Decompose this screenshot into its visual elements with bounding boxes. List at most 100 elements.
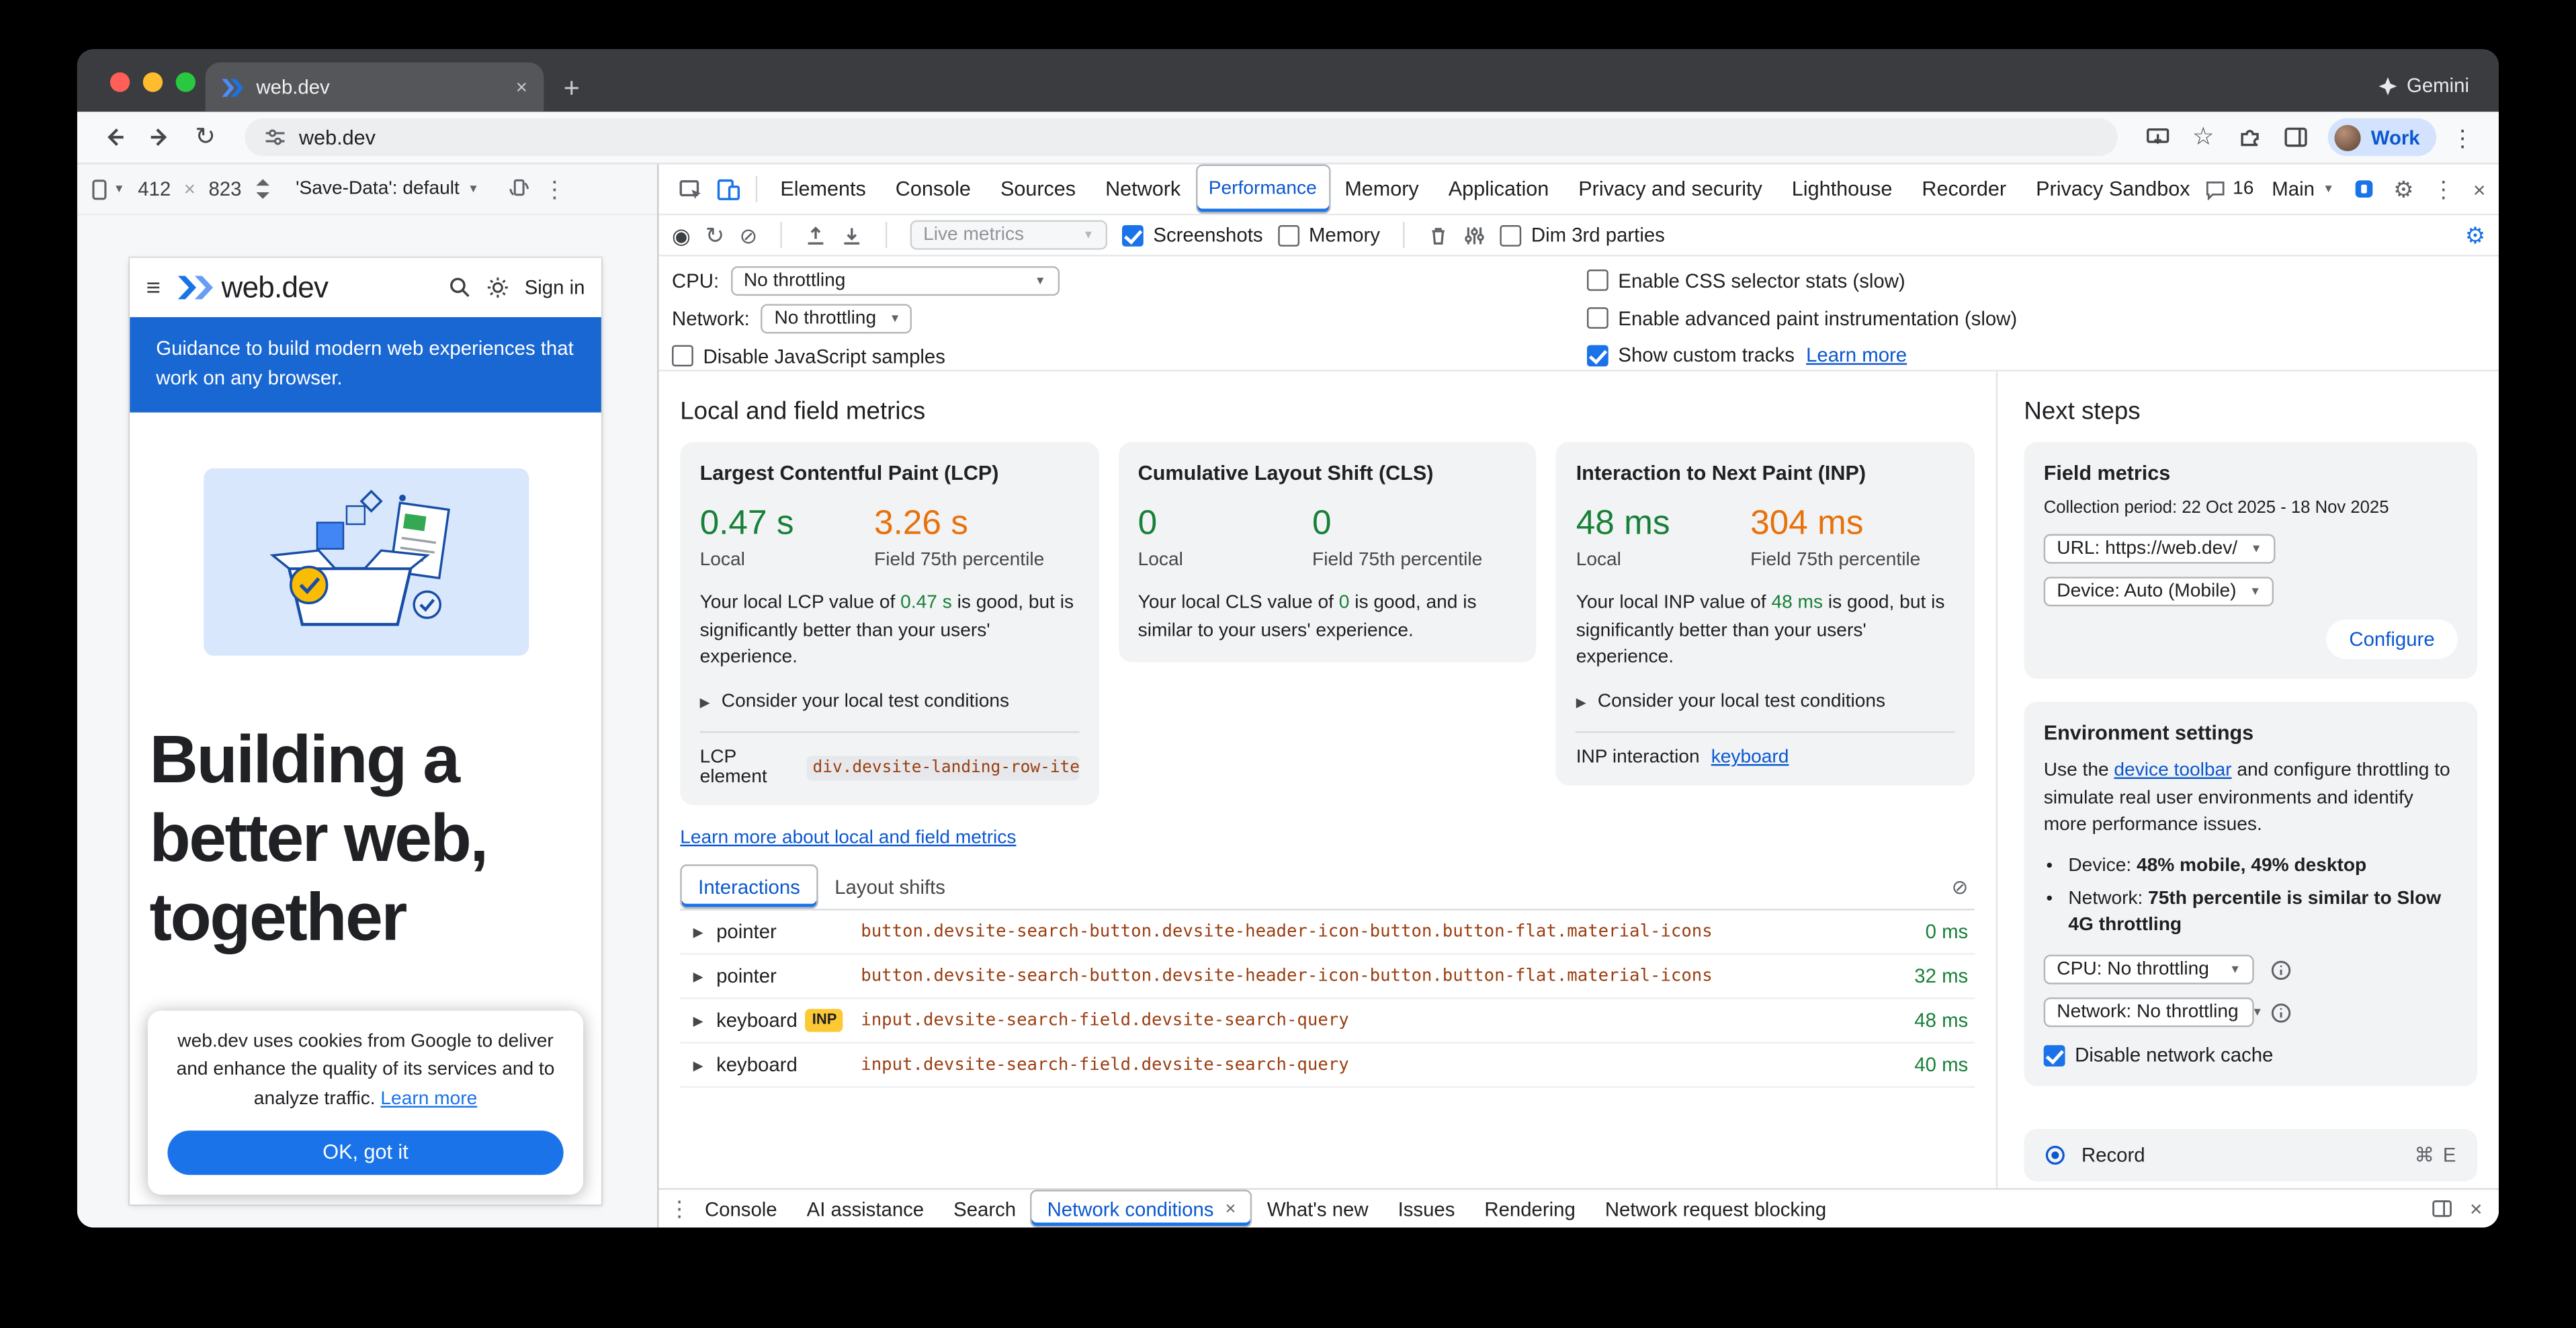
drawer-tab-console[interactable]: Console [690,1190,792,1227]
browser-menu-icon[interactable]: ⋮ [2443,118,2483,157]
zoom-control-icon[interactable] [255,179,271,199]
lcp-test-conditions-expander[interactable]: ▶Consider your local test conditions [700,692,1079,711]
capture-settings-icon[interactable] [1464,224,1486,246]
drawer-tab-ai-assistance[interactable]: AI assistance [792,1190,939,1227]
css-selector-stats-checkbox[interactable]: Enable CSS selector stats (slow) [1587,269,1905,292]
tab-layout-shifts[interactable]: Layout shifts [818,864,962,909]
record-reload-icon[interactable]: ↻ [705,224,725,247]
cookie-ok-button[interactable]: OK, got it [167,1130,563,1175]
network-throttling-select[interactable]: No throttling▼ [761,304,912,333]
tab-privacy-security[interactable]: Privacy and security [1563,165,1777,214]
checkbox[interactable] [1587,270,1608,292]
lcp-element-chip[interactable]: div.devsite-landing-row-item-d… [806,755,1079,780]
rotate-icon[interactable] [507,177,530,200]
reload-icon[interactable]: ↻ [185,118,225,157]
tab-recorder[interactable]: Recorder [1907,165,2021,214]
drawer-tab-whats-new[interactable]: What's new [1252,1190,1383,1227]
js-context-select[interactable]: Main▼ [2272,177,2334,200]
viewport-width[interactable]: 412 [138,177,171,200]
bookmark-star-icon[interactable]: ☆ [2184,118,2223,157]
paint-instrumentation-checkbox[interactable]: Enable advanced paint instrumentation (s… [1587,306,2017,329]
cpu-info-icon[interactable] [2270,959,2292,981]
profile-button[interactable]: Work [2328,118,2436,156]
interaction-row[interactable]: ▶ pointer button.devsite-search-button.d… [680,911,1975,955]
tab-network[interactable]: Network [1090,165,1195,214]
row-expander-icon[interactable]: ▶ [680,1013,716,1028]
perf-settings-gear-icon[interactable]: ⚙ [2465,224,2486,247]
save-profile-icon[interactable] [841,224,863,246]
interaction-row[interactable]: ▶ keyboard input.devsite-search-field.de… [680,1044,1975,1088]
env-cpu-select[interactable]: CPU: No throttling▼ [2044,955,2254,985]
network-info-icon[interactable] [2270,1002,2292,1024]
row-expander-icon[interactable]: ▶ [680,1057,716,1072]
interaction-row[interactable]: ▶ pointer button.devsite-search-button.d… [680,955,1975,999]
site-logo[interactable]: web.dev [175,270,328,304]
row-expander-icon[interactable]: ▶ [680,968,716,983]
hamburger-menu-icon[interactable]: ≡ [146,276,161,300]
device-indicator-icon[interactable] [2352,177,2375,200]
collect-garbage-icon[interactable] [1428,224,1449,246]
devtools-menu-icon[interactable]: ⋮ [2432,177,2455,200]
disable-network-cache-checkbox[interactable]: Disable network cache [2044,1044,2458,1067]
dim-3rd-parties-checkbox[interactable]: Dim 3rd parties [1500,224,1664,247]
tab-lighthouse[interactable]: Lighthouse [1777,165,1907,214]
address-bar[interactable]: web.dev [245,118,2118,156]
clear-log-icon[interactable]: ⊘ [1952,876,1969,896]
record-icon[interactable]: ◉ [672,224,691,246]
device-select-icon[interactable]: ▼ [90,178,124,200]
screenshots-checkbox[interactable]: Screenshots [1122,224,1263,247]
forward-icon[interactable] [140,118,179,157]
tab-interactions[interactable]: Interactions [680,864,818,909]
back-icon[interactable] [93,118,133,157]
cpu-throttling-select[interactable]: No throttling▼ [730,266,1059,296]
tab-sources[interactable]: Sources [986,165,1090,214]
console-messages-button[interactable]: 16 [2205,178,2254,200]
dock-side-icon[interactable] [2432,1198,2454,1219]
interaction-row[interactable]: ▶ keyboardINP input.devsite-search-field… [680,999,1975,1044]
device-toolbar-link[interactable]: device toolbar [2114,761,2231,780]
tab-console[interactable]: Console [881,165,986,214]
metrics-learn-more-link[interactable]: Learn more about local and field metrics [680,828,1016,847]
device-toolbar-menu-icon[interactable]: ⋮ [543,177,566,200]
site-info-icon[interactable] [265,126,286,148]
browser-tab[interactable]: web.dev × [206,63,544,112]
drawer-tab-network-conditions[interactable]: Network conditions× [1031,1190,1252,1227]
checkbox-checked[interactable] [1122,224,1144,246]
field-url-select[interactable]: URL: https://web.dev/▼ [2044,534,2275,564]
clear-icon[interactable]: ⊘ [739,224,757,246]
drawer-menu-icon[interactable]: ⋮ [669,1198,690,1219]
viewport-height[interactable]: 823 [208,177,241,200]
inp-interaction-link[interactable]: keyboard [1711,748,1789,767]
configure-button[interactable]: Configure [2326,620,2458,659]
checkbox-checked[interactable] [2044,1045,2065,1067]
minimize-window-button[interactable] [143,73,163,92]
tab-memory[interactable]: Memory [1330,165,1433,214]
gemini-button[interactable]: Gemini [2378,74,2469,97]
memory-checkbox[interactable]: Memory [1278,224,1380,247]
checkbox[interactable] [1278,224,1299,246]
save-data-select[interactable]: 'Save-Data': default▼ [284,176,490,202]
drawer-tab-rendering[interactable]: Rendering [1469,1190,1590,1227]
field-device-select[interactable]: Device: Auto (Mobile)▼ [2044,577,2274,606]
history-select[interactable]: Live metrics▼ [910,220,1107,250]
extensions-icon[interactable] [2229,118,2269,157]
disable-js-samples-checkbox[interactable]: Disable JavaScript samples [672,344,945,367]
record-button[interactable]: Record ⌘ E [2024,1130,2477,1182]
close-window-button[interactable] [110,73,130,92]
env-network-select[interactable]: Network: No throttling▼ [2044,998,2254,1028]
inspect-icon[interactable] [672,169,710,209]
tab-privacy-sandbox[interactable]: Privacy Sandbox [2021,165,2204,214]
show-custom-tracks-checkbox[interactable]: Show custom tracks [1587,343,1795,366]
install-icon[interactable] [2138,118,2178,157]
tab-application[interactable]: Application [1434,165,1564,214]
tab-close-icon[interactable]: × [516,75,527,98]
devtools-settings-gear-icon[interactable]: ⚙ [2393,177,2414,200]
cookie-learn-more-link[interactable]: Learn more [380,1090,477,1110]
checkbox[interactable] [1587,307,1608,329]
device-toolbar-toggle-icon[interactable] [710,169,747,209]
theme-toggle-icon[interactable] [486,276,509,299]
checkbox[interactable] [672,345,693,366]
close-drawer-tab-icon[interactable]: × [1226,1199,1236,1218]
inp-test-conditions-expander[interactable]: ▶Consider your local test conditions [1576,692,1955,711]
sign-in-link[interactable]: Sign in [525,276,585,299]
